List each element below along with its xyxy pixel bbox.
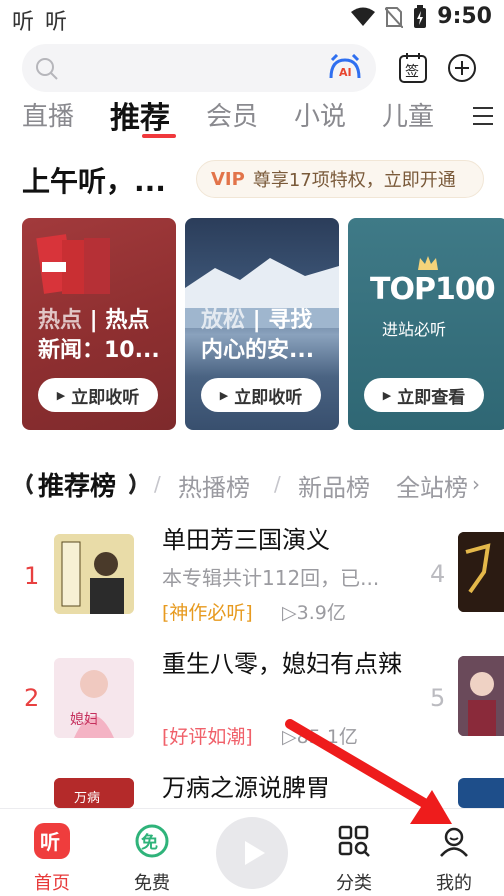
laurel-left-icon xyxy=(26,473,34,495)
tab-vip[interactable]: 会员 xyxy=(206,96,258,133)
status-indicators: 9:50 xyxy=(351,4,492,29)
svg-text:媳妇: 媳妇 xyxy=(70,711,98,728)
item-tag: ⁅好评如潮⁆ xyxy=(162,726,253,748)
nav-profile[interactable]: 我的 xyxy=(414,823,494,894)
greeting-heading: 上午听，... xyxy=(22,165,166,198)
view-now-button[interactable]: ▶ 立即查看 xyxy=(364,378,484,412)
item-title: 万病之源说脾胃 xyxy=(162,774,330,802)
tab-kids[interactable]: 儿童 xyxy=(382,96,434,133)
vip-tag: VIP xyxy=(211,168,245,190)
add-icon[interactable] xyxy=(446,52,478,84)
cover-art xyxy=(54,534,134,614)
album-cover: 万病 xyxy=(54,778,134,808)
search-row: AI 签 xyxy=(22,44,492,94)
status-bar: 听 听 9:50 xyxy=(0,0,504,36)
nav-label: 分类 xyxy=(336,873,372,894)
status-time: 9:50 xyxy=(437,4,492,29)
item-title: 重生八零，媳妇有点辣 xyxy=(162,650,402,678)
laurel-right-icon xyxy=(128,473,136,495)
chevron-right-icon[interactable]: › xyxy=(472,472,480,496)
play-count: ▷3.9亿 xyxy=(282,602,346,624)
search-icon xyxy=(36,58,58,80)
play-icon xyxy=(245,841,265,865)
tab-novel[interactable]: 小说 xyxy=(294,96,346,133)
album-cover-right xyxy=(458,778,504,808)
active-tab-indicator xyxy=(142,134,176,138)
album-cover-right xyxy=(458,532,504,612)
featured-card-news[interactable]: 热点 | 热点新闻：10... ▶ 立即收听 xyxy=(22,218,176,430)
svg-text:免: 免 xyxy=(141,832,158,853)
svg-text:听: 听 xyxy=(40,830,60,854)
sign-in-icon[interactable]: 签 xyxy=(398,52,428,84)
wifi-icon xyxy=(351,7,376,26)
rank-number: 4 xyxy=(430,560,446,588)
vip-banner-text: 尊享17项特权，立即开通 xyxy=(252,170,456,191)
card-title: 热点 | 热点新闻：10... xyxy=(38,308,160,363)
rank-number: 2 xyxy=(24,684,40,712)
list-item[interactable]: 2 媳妇 重生八零，媳妇有点辣 ⁅好评如潮⁆ ▷85.1亿 5 xyxy=(0,644,504,754)
tab-recommend[interactable]: 推荐 xyxy=(110,93,170,137)
cover-art: 万病 xyxy=(54,778,134,808)
item-description: 本专辑共计112回，已... xyxy=(162,566,380,590)
cover-art: 媳妇 xyxy=(54,658,134,738)
nav-label: 免费 xyxy=(134,873,170,894)
nav-category[interactable]: 分类 xyxy=(314,823,394,894)
battery-charging-icon xyxy=(414,4,427,28)
featured-cards: 热点 | 热点新闻：10... ▶ 立即收听 放松 | 寻找内心的安... ▶ 立即… xyxy=(22,218,504,432)
tab-live[interactable]: 直播 xyxy=(22,96,74,133)
rank-tabs: 推荐榜 / 热播榜 / 新品榜 全站榜 › xyxy=(22,464,504,504)
cover-art xyxy=(458,656,504,736)
rank-number: 1 xyxy=(24,562,40,590)
crown-icon xyxy=(418,256,438,270)
list-item[interactable]: 1 单田芳三国演义 本专辑共计112回，已... ⁅神作必听⁆ ▷3.9亿 4 xyxy=(0,520,504,630)
play-count: ▷85.1亿 xyxy=(282,726,358,748)
player-button[interactable] xyxy=(216,817,288,889)
menu-icon[interactable] xyxy=(472,106,494,126)
vip-banner[interactable]: VIP 尊享17项特权，立即开通 xyxy=(196,160,484,198)
svg-text:万病: 万病 xyxy=(74,791,100,806)
status-app-icons: 听 听 xyxy=(12,10,69,35)
card-title: 放松 | 寻找内心的安... xyxy=(201,308,315,363)
item-title: 单田芳三国演义 xyxy=(162,526,330,554)
home-icon: 听 xyxy=(34,823,70,859)
nav-free[interactable]: 免 免费 xyxy=(112,823,192,894)
news-books-illustration xyxy=(36,234,110,294)
album-cover: 媳妇 xyxy=(54,658,134,738)
cover-art xyxy=(458,532,504,612)
rank-number: 5 xyxy=(430,684,446,712)
top100-subtitle: 进站必听 xyxy=(382,320,447,339)
rank-tab-separator: / xyxy=(274,472,281,496)
svg-text:签: 签 xyxy=(405,63,419,80)
item-tag: ⁅神作必听⁆ xyxy=(162,602,253,624)
free-icon: 免 xyxy=(135,824,169,858)
profile-icon xyxy=(440,827,468,857)
listen-now-button[interactable]: ▶ 立即收听 xyxy=(38,378,158,412)
rank-tab-all[interactable]: 全站榜 xyxy=(396,468,468,503)
nav-label: 我的 xyxy=(436,873,472,894)
ai-assistant-icon[interactable]: AI xyxy=(328,54,362,80)
rank-tab-new[interactable]: 新品榜 xyxy=(298,468,370,503)
listen-now-button[interactable]: ▶ 立即收听 xyxy=(201,378,321,412)
bottom-navigation: 听 首页 免 免费 分类 我的 xyxy=(0,808,504,896)
rank-tab-separator: / xyxy=(154,472,161,496)
search-input[interactable]: AI xyxy=(22,44,376,92)
no-sim-icon xyxy=(385,6,404,28)
top100-title: TOP100 xyxy=(370,272,496,307)
featured-card-top100[interactable]: TOP100 进站必听 ▶ 立即查看 xyxy=(348,218,504,430)
rank-tab-hot[interactable]: 热播榜 xyxy=(178,468,250,503)
list-item[interactable]: 万病 万病之源说脾胃 xyxy=(0,768,504,808)
nav-home[interactable]: 听 首页 xyxy=(12,823,92,894)
category-icon xyxy=(338,825,370,857)
nav-label: 首页 xyxy=(34,873,70,894)
svg-text:AI: AI xyxy=(339,66,352,79)
featured-card-relax[interactable]: 放松 | 寻找内心的安... ▶ 立即收听 xyxy=(185,218,339,430)
category-tabs: 直播 推荐 会员 小说 儿童 xyxy=(22,96,504,140)
album-cover-right xyxy=(458,656,504,736)
tab-fade xyxy=(434,96,474,136)
album-cover xyxy=(54,534,134,614)
rank-tab-recommend[interactable]: 推荐榜 xyxy=(38,466,116,503)
